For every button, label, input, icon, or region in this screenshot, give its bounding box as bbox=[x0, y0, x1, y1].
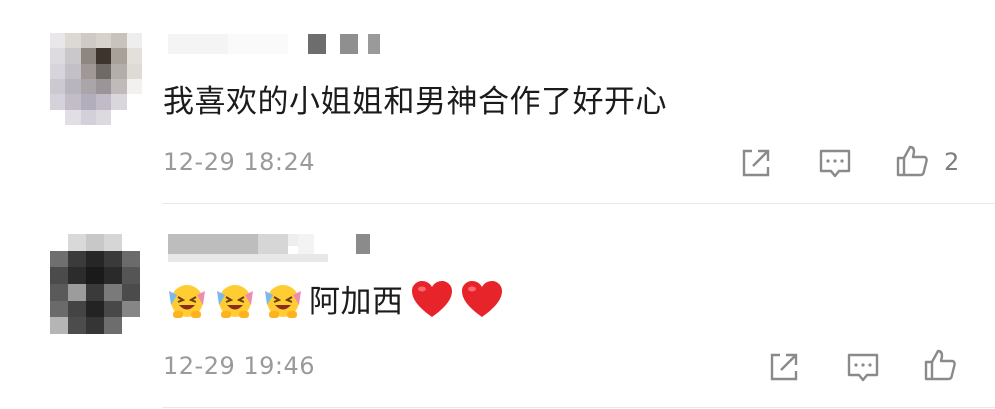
like-count: 2 bbox=[944, 148, 960, 176]
avatar[interactable] bbox=[50, 33, 142, 125]
share-button[interactable] bbox=[766, 349, 802, 385]
username-redacted[interactable] bbox=[168, 234, 378, 262]
red-heart-emoji bbox=[410, 279, 454, 319]
share-icon bbox=[770, 353, 798, 381]
like-button[interactable] bbox=[922, 347, 958, 383]
comment-time: 12-29 19:46 bbox=[163, 352, 316, 380]
thumbs-up-icon bbox=[924, 349, 956, 381]
comment-icon bbox=[819, 149, 851, 178]
comment-text: 阿加西 bbox=[309, 284, 404, 320]
share-button[interactable] bbox=[738, 145, 774, 181]
comment-item: 阿加西 12-29 19:46 bbox=[0, 204, 995, 409]
comment-icon bbox=[847, 353, 879, 382]
comment-item: 我喜欢的小姐姐和男神合作了好开心 12-29 18:24 2 bbox=[0, 0, 995, 203]
comment-divider bbox=[162, 407, 995, 408]
crying-laughing-emoji bbox=[165, 277, 209, 321]
comment-text-line: 阿加西 bbox=[165, 276, 504, 321]
comment-text: 我喜欢的小姐姐和男神合作了好开心 bbox=[163, 84, 667, 120]
comment-list: 我喜欢的小姐姐和男神合作了好开心 12-29 18:24 2 阿加西 12-29… bbox=[0, 0, 995, 409]
share-icon bbox=[742, 149, 770, 177]
username-redacted[interactable] bbox=[168, 34, 398, 54]
thumbs-up-icon bbox=[896, 145, 928, 177]
red-heart-emoji bbox=[460, 279, 504, 319]
comment-button[interactable] bbox=[817, 145, 853, 181]
crying-laughing-emoji bbox=[213, 277, 257, 321]
crying-laughing-emoji bbox=[261, 277, 305, 321]
comment-time: 12-29 18:24 bbox=[163, 148, 316, 176]
like-button[interactable] bbox=[894, 143, 930, 179]
avatar[interactable] bbox=[50, 234, 140, 334]
comment-button[interactable] bbox=[845, 349, 881, 385]
